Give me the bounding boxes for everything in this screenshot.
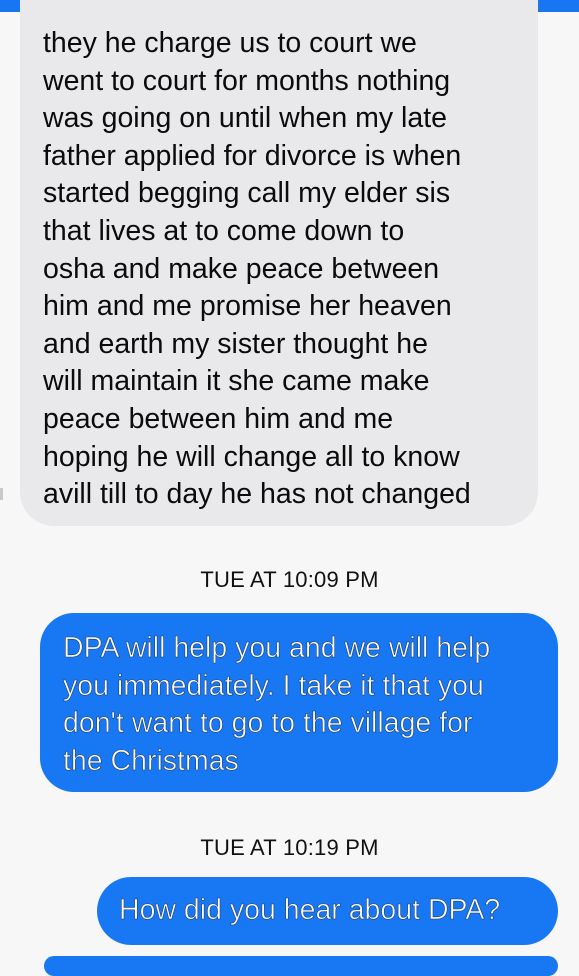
message-line: peace between him and me: [43, 402, 394, 435]
message-line: hoping he will change all to know: [43, 440, 460, 473]
message-line: the Christmas: [63, 744, 239, 777]
message-line: and earth my sister thought he: [43, 327, 428, 360]
message-line: that lives at to come down to: [43, 214, 405, 247]
outgoing-message-bubble-partial[interactable]: [44, 956, 558, 976]
message-line: osha and make peace between: [43, 252, 440, 285]
scroll-edge-mark: [0, 488, 3, 500]
timestamp: TUE AT 10:19 PM: [200, 835, 379, 860]
message-line: don't want to go to the village for: [63, 707, 473, 740]
message-line: went to court for months nothing: [43, 64, 451, 97]
outgoing-message-bubble[interactable]: How did you hear about DPA?: [97, 877, 558, 945]
message-line: him and me promise her heaven: [43, 290, 452, 323]
timestamp: TUE AT 10:09 PM: [200, 567, 379, 592]
message-line: you immediately. I take it that you: [63, 669, 484, 702]
incoming-message-bubble[interactable]: they he charge us to court we went to co…: [20, 0, 538, 526]
message-line: they he charge us to court we: [43, 27, 417, 59]
outgoing-message-bubble[interactable]: DPA will help you and we will help you i…: [40, 613, 558, 792]
message-line: father applied for divorce is when: [43, 139, 462, 172]
message-line: started begging call my elder sis: [43, 177, 451, 210]
message-line: will maintain it she came make: [43, 365, 430, 398]
message-line: DPA will help you and we will help: [63, 632, 491, 665]
message-line: avill till to day he has not changed: [43, 478, 471, 511]
message-line: was going on until when my late: [43, 102, 447, 135]
message-text: How did you hear about DPA?: [119, 894, 501, 927]
